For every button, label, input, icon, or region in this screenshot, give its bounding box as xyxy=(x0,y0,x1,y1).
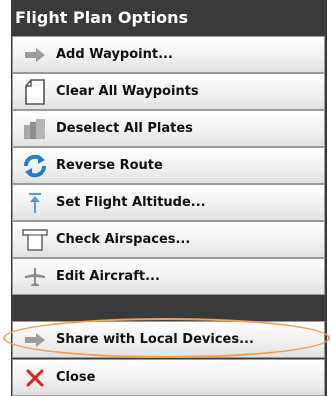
clear-all-waypoints-label: Clear All Waypoints xyxy=(56,84,199,99)
share-with-local-devices-button[interactable]: Share with Local Devices... xyxy=(12,321,325,358)
close-label: Close xyxy=(56,370,96,385)
airspace-icon xyxy=(22,227,48,253)
menu-title: Flight Plan Options xyxy=(15,8,189,27)
check-airspaces-label: Check Airspaces... xyxy=(56,232,191,247)
plates-stack-icon xyxy=(22,116,48,142)
clear-all-waypoints-button[interactable]: Clear All Waypoints xyxy=(12,73,325,110)
deselect-all-plates-button[interactable]: Deselect All Plates xyxy=(12,110,325,147)
close-button[interactable]: Close xyxy=(12,359,325,396)
altitude-icon xyxy=(22,190,48,216)
aircraft-icon xyxy=(22,264,48,290)
set-flight-altitude-label: Set Flight Altitude... xyxy=(56,195,206,210)
blank-page-icon xyxy=(22,78,48,105)
flight-plan-options-menu: Flight Plan Options Add Waypoint... Clea… xyxy=(11,0,327,396)
arrow-right-icon xyxy=(22,42,48,68)
reverse-route-button[interactable]: Reverse Route xyxy=(12,147,325,184)
edit-aircraft-label: Edit Aircraft... xyxy=(56,269,160,284)
share-arrow-icon xyxy=(22,327,48,353)
add-waypoint-label: Add Waypoint... xyxy=(56,47,173,62)
add-waypoint-button[interactable]: Add Waypoint... xyxy=(12,36,325,73)
close-icon xyxy=(22,365,48,391)
deselect-all-plates-label: Deselect All Plates xyxy=(56,121,193,136)
share-with-local-devices-label: Share with Local Devices... xyxy=(56,332,254,347)
set-flight-altitude-button[interactable]: Set Flight Altitude... xyxy=(12,184,325,221)
edit-aircraft-button[interactable]: Edit Aircraft... xyxy=(12,258,325,295)
check-airspaces-button[interactable]: Check Airspaces... xyxy=(12,221,325,258)
reverse-arrows-icon xyxy=(22,153,48,179)
reverse-route-label: Reverse Route xyxy=(56,158,163,173)
